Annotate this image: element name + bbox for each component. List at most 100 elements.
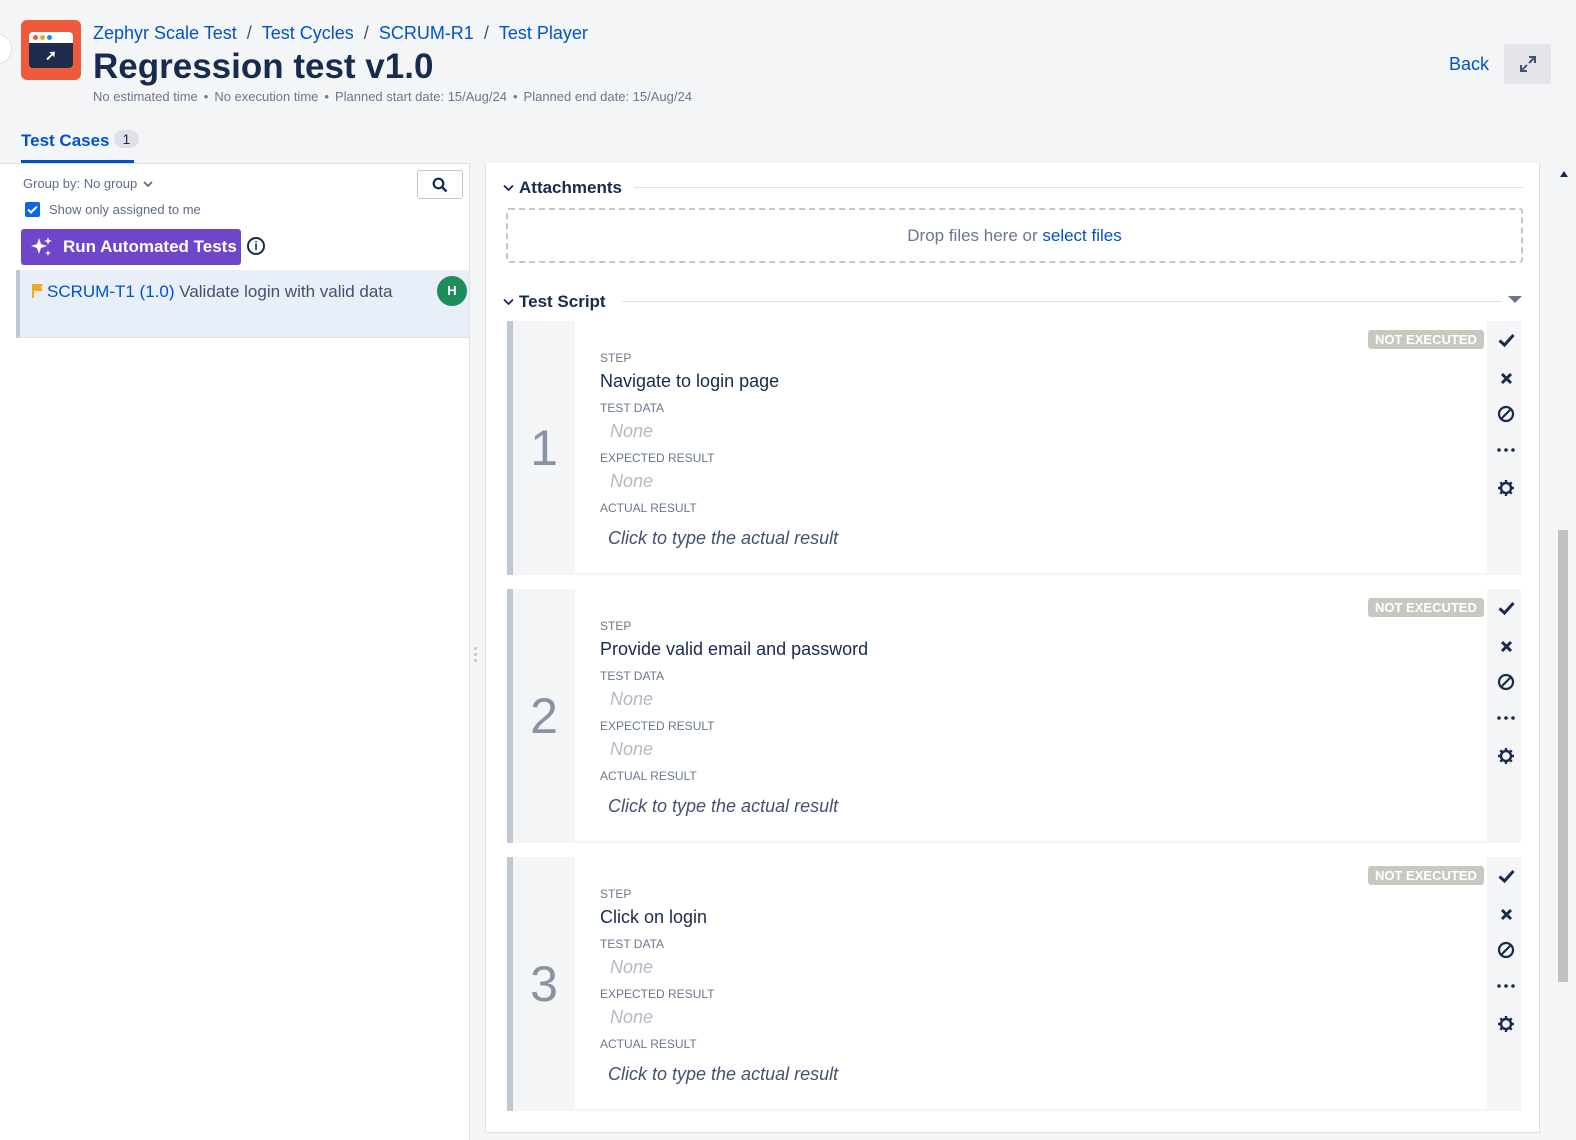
actual-result-input[interactable]: Click to type the actual result [608,528,838,549]
more-icon [1497,448,1515,452]
actual-result-label: ACTUAL RESULT [600,501,697,515]
step-description: Navigate to login page [600,371,780,391]
pass-button[interactable] [1495,865,1517,887]
test-case-key[interactable]: SCRUM-T1 (1.0) [47,282,175,301]
test-script-options-icon[interactable] [1508,296,1522,303]
step-body: NOT EXECUTED STEP Navigate to login page… [575,321,1487,573]
step-body: NOT EXECUTED STEP Click on login TEST DA… [575,857,1487,1109]
step-description: Provide valid email and password [600,639,869,659]
more-button[interactable] [1495,975,1517,997]
fail-button[interactable] [1495,635,1517,657]
dropzone-text: Drop files here or [907,226,1038,245]
blocked-button[interactable] [1495,671,1517,693]
settings-button[interactable] [1495,1013,1517,1035]
pass-button[interactable] [1495,329,1517,351]
x-icon [1500,640,1512,652]
execution-time: No execution time [214,89,319,104]
step-number: 2 [530,688,558,744]
info-icon[interactable]: i [247,237,265,255]
test-case-item[interactable]: SCRUM-T1 (1.0) Validate login with valid… [16,270,469,338]
avatar[interactable]: H [437,276,467,306]
attachments-title: Attachments [519,178,622,197]
blocked-button[interactable] [1495,403,1517,425]
test-script-section-toggle[interactable]: Test Script [503,292,606,312]
expand-icon [1519,56,1536,72]
sidebar-toggle-button[interactable] [0,34,12,64]
expected-result-label: EXPECTED RESULT [600,719,715,733]
panel-resize-handle[interactable] [474,647,478,667]
back-link[interactable]: Back [1449,54,1489,75]
tab-test-cases-label: Test Cases [21,131,110,150]
expected-result-label: EXPECTED RESULT [600,451,715,465]
group-by-label: Group by: No group [23,176,138,191]
scroll-up-icon[interactable] [1560,171,1568,177]
cycle-meta: No estimated time • No execution time • Plan… [93,89,692,104]
blocked-button[interactable] [1495,939,1517,961]
step-label: STEP [600,619,632,633]
step-body: NOT EXECUTED STEP Provide valid email an… [575,589,1487,841]
estimated-time: No estimated time [93,89,198,104]
divider [622,301,1502,302]
test-step-card: 3 NOT EXECUTED STEP Click on login TEST … [507,857,1521,1111]
breadcrumb-project[interactable]: Zephyr Scale Test [93,23,237,43]
expected-result-value: None [610,739,654,759]
group-by-dropdown[interactable]: Group by: No group [23,176,153,191]
breadcrumb-test-player[interactable]: Test Player [499,23,588,43]
expected-result-value: None [610,1007,654,1027]
expected-result-label: EXPECTED RESULT [600,987,715,1001]
step-number: 3 [530,956,558,1012]
select-files-link[interactable]: select files [1042,226,1121,245]
gear-icon [1498,1016,1514,1032]
show-assigned-row: Show only assigned to me [25,202,201,217]
planned-start-date: Planned start date: 15/Aug/24 [334,89,507,104]
test-step-card: 2 NOT EXECUTED STEP Provide valid email … [507,589,1521,843]
flag-icon [32,284,43,298]
pass-button[interactable] [1495,597,1517,619]
step-label: STEP [600,351,632,365]
chevron-down-icon [143,181,153,188]
step-actions [1487,589,1527,843]
test-data-label: TEST DATA [600,401,665,415]
blocked-icon [1497,941,1515,959]
breadcrumb-test-cycles[interactable]: Test Cycles [262,23,354,43]
search-button[interactable] [417,170,463,199]
blocked-icon [1497,405,1515,423]
more-button[interactable] [1495,707,1517,729]
check-icon [1497,333,1515,347]
status-badge: NOT EXECUTED [1368,866,1484,885]
show-assigned-checkbox[interactable] [25,202,40,217]
fail-button[interactable] [1495,367,1517,389]
test-data-value: None [610,421,654,441]
gear-icon [1498,748,1514,764]
scrollbar-thumb[interactable] [1558,530,1568,982]
run-automated-tests-button[interactable]: Run Automated Tests [21,229,241,265]
tab-test-cases-count: 1 [113,130,140,148]
step-label: STEP [600,887,632,901]
settings-button[interactable] [1495,477,1517,499]
x-icon [1500,372,1512,384]
actual-result-input[interactable]: Click to type the actual result [608,1064,838,1085]
more-button[interactable] [1495,439,1517,461]
test-step-card: 1 NOT EXECUTED STEP Navigate to login pa… [507,321,1521,575]
search-icon [432,177,448,192]
divider [634,187,1524,188]
actual-result-input[interactable]: Click to type the actual result [608,796,838,817]
expand-button[interactable] [1504,44,1551,84]
zephyr-logo-icon: ➚ [21,20,81,80]
breadcrumb-cycle[interactable]: SCRUM-R1 [379,23,474,43]
check-icon [1497,869,1515,883]
run-automated-tests-label: Run Automated Tests [63,237,237,256]
gear-icon [1498,480,1514,496]
test-data-label: TEST DATA [600,937,665,951]
fail-button[interactable] [1495,903,1517,925]
settings-button[interactable] [1495,745,1517,767]
sparkle-icon [31,237,52,256]
attachment-dropzone[interactable]: Drop files here or select files [506,208,1523,263]
attachments-section-toggle[interactable]: Attachments [503,178,622,198]
test-case-list-panel: Group by: No group Show only assigned to… [0,163,470,1140]
page-title: Regression test v1.0 [93,47,434,86]
test-case-title: Validate login with valid data [179,282,393,301]
test-script-title: Test Script [519,292,606,311]
tab-test-cases[interactable]: Test Cases 1 [21,130,140,164]
x-icon [1500,908,1512,920]
